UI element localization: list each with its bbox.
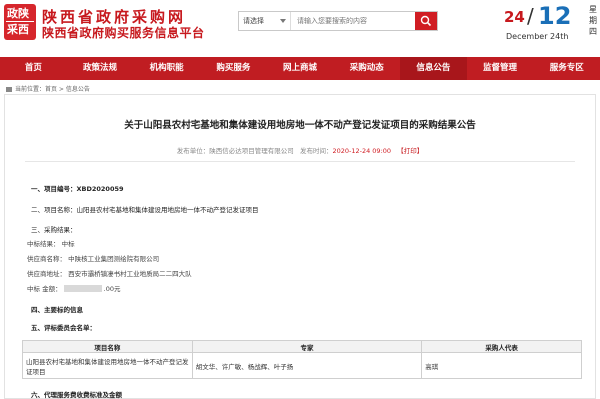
table-row: 山阳县农村宅基地和集体建设用地房地一体不动产登记发证项目 胡文华、许广敏、杨战辉… <box>22 352 582 379</box>
address-line: 供应商地址： 西安市灞桥镇凄书村工业地质局二二四大队 <box>27 270 192 278</box>
supplier-address: 西安市灞桥镇凄书村工业地质局二二四大队 <box>68 270 192 278</box>
result-line: 中标结果： 中标 <box>27 240 75 248</box>
nav-item-news[interactable]: 采购动态 <box>333 57 400 80</box>
nav-item-supervision[interactable]: 监督管理 <box>467 57 534 80</box>
table-header: 专家 <box>191 340 423 353</box>
home-icon <box>6 87 12 92</box>
supplier-name: 中陕核工业集团测绘院有限公司 <box>68 255 160 263</box>
agency-fee-heading: 六、代理服务费收费标准及金额 <box>31 391 122 399</box>
date-widget: 24 / 12 星 期 四 December 24th <box>504 0 600 52</box>
table-cell: 胡文华、许广敏、杨战辉、叶子扬 <box>191 352 423 379</box>
search-input[interactable] <box>293 12 413 30</box>
amount-line: 中标 金额： .00元 <box>27 285 121 293</box>
table-header: 项目名称 <box>22 340 193 353</box>
table-cell: 高琪 <box>421 352 582 379</box>
chevron-down-icon <box>280 19 286 23</box>
nav-item-service-purchase[interactable]: 购买服务 <box>200 57 267 80</box>
site-logo[interactable]: 政陕 采西 <box>4 4 36 40</box>
search-bar: 请选择 <box>238 11 438 31</box>
search-category-select[interactable]: 请选择 <box>239 12 291 30</box>
table-header-row: 项目名称 专家 采购人代表 <box>22 340 582 353</box>
date-english: December 24th <box>506 32 569 41</box>
nav-item-services[interactable]: 服务专区 <box>533 57 600 80</box>
supplier-line: 供应商名称： 中陕核工业集团测绘院有限公司 <box>27 255 160 263</box>
logo-text-bottom: 采西 <box>7 23 29 36</box>
nav-item-online-mall[interactable]: 网上商城 <box>267 57 334 80</box>
nav-item-policy[interactable]: 政策法规 <box>67 57 134 80</box>
procurement-result-heading: 三、采购结果： <box>31 226 77 234</box>
table-cell: 山阳县农村宅基地和集体建设用地房地一体不动产登记发证项目 <box>22 352 193 379</box>
article-meta: 发布单位：陕西信必达项目管理有限公司 发布时间：2020-12-24 09:00… <box>176 147 424 155</box>
project-name: 二、项目名称：山阳县农村宅基地和集体建设用地房地一体不动产登记发证项目 <box>31 206 259 214</box>
committee-heading: 五、评标委员会名单： <box>31 324 96 332</box>
site-header: 政陕 采西 陕西省政府采购网 陕西省政府购买服务信息平台 请选择 24 / 12… <box>0 0 600 55</box>
nav-item-org[interactable]: 机构职能 <box>133 57 200 80</box>
divider <box>25 161 575 162</box>
committee-table: 项目名称 专家 采购人代表 山阳县农村宅基地和集体建设用地房地一体不动产登记发证… <box>22 340 582 379</box>
redacted-amount <box>63 285 102 292</box>
date-month-right: 12 <box>538 2 572 30</box>
table-header: 采购人代表 <box>421 340 582 353</box>
print-link[interactable]: 【打印】 <box>397 147 423 155</box>
date-day-left: 24 <box>504 8 525 26</box>
search-category-value: 请选择 <box>243 17 264 25</box>
search-button[interactable] <box>415 12 437 30</box>
search-icon <box>420 15 432 27</box>
nav-item-home[interactable]: 首页 <box>0 57 67 80</box>
breadcrumb-text[interactable]: 当前位置：首页 > 信息公告 <box>15 86 90 93</box>
nav-item-announcements[interactable]: 信息公告 <box>400 57 467 80</box>
site-subtitle: 陕西省政府购买服务信息平台 <box>42 26 205 40</box>
result-value: 中标 <box>61 240 75 248</box>
project-number: 一、项目编号：XBD2020059 <box>31 185 124 193</box>
date-slash: / <box>527 4 534 28</box>
main-nav: 首页 政策法规 机构职能 购买服务 网上商城 采购动态 信息公告 监督管理 服务… <box>0 57 600 80</box>
article-time: 2020-12-24 09:00 <box>332 147 392 155</box>
main-subject-heading: 四、主要标的信息 <box>31 306 83 314</box>
date-weekday: 星 期 四 <box>589 5 597 36</box>
breadcrumb: 当前位置：首页 > 信息公告 <box>6 84 90 93</box>
logo-text-top: 政陕 <box>7 7 29 20</box>
article-publisher: 陕西信必达项目管理有限公司 <box>209 147 294 155</box>
article-title: 关于山阳县农村宅基地和集体建设用地房地一体不动产登记发证项目的采购结果公告 <box>124 120 476 131</box>
